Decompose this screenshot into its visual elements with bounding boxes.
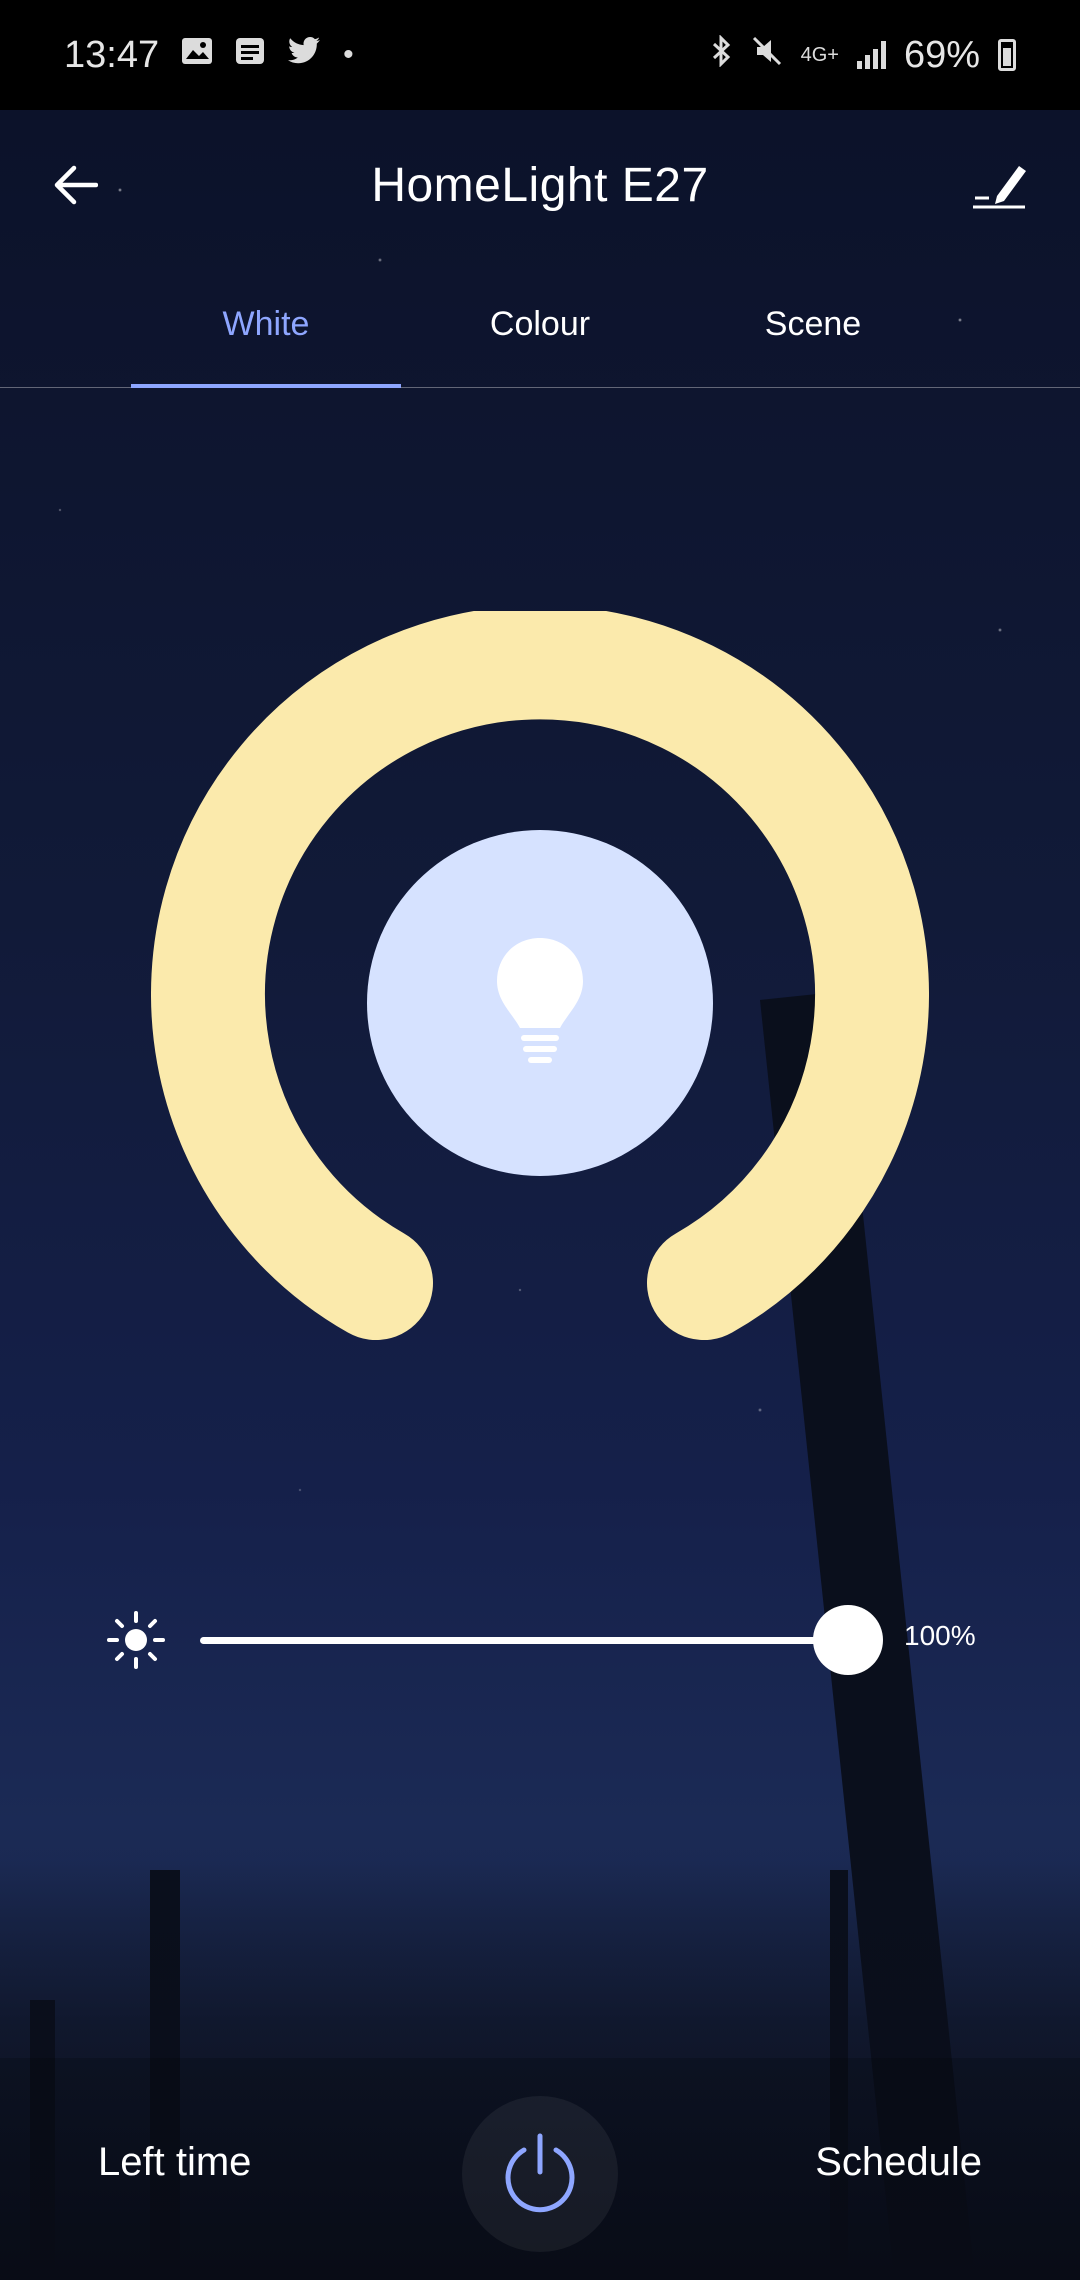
signal-icon: [856, 41, 886, 69]
mute-icon: [751, 35, 783, 75]
schedule-button[interactable]: Schedule: [815, 2140, 982, 2185]
status-bar: 13:47 • 4G+ 69%: [0, 0, 1080, 110]
left-time-button[interactable]: Left time: [98, 2140, 251, 2185]
twitter-icon: [287, 37, 321, 73]
message-icon: [235, 37, 265, 73]
page-title: HomeLight E27: [371, 158, 709, 212]
network-type-label: 4G+: [800, 43, 839, 66]
bulb-toggle[interactable]: [367, 830, 713, 1176]
bottom-bar: Left time Schedule: [0, 2058, 1080, 2280]
tab-white[interactable]: White: [131, 260, 401, 388]
edit-button[interactable]: [960, 150, 1040, 220]
notification-dot-icon: •: [343, 38, 354, 71]
gallery-icon: [181, 37, 213, 73]
active-tab-indicator: [131, 384, 401, 388]
power-icon: [505, 2133, 575, 2213]
battery-percent: 69%: [903, 33, 980, 76]
pencil-edit-icon: [973, 166, 1026, 209]
light-bulb-icon: [497, 938, 583, 1063]
app-header: HomeLight E27: [0, 110, 1080, 260]
power-button[interactable]: [462, 2096, 618, 2252]
brightness-sun-icon: [107, 1611, 165, 1669]
tab-scene[interactable]: Scene: [678, 260, 948, 388]
brightness-value: 100%: [904, 1620, 976, 1651]
tab-colour[interactable]: Colour: [405, 260, 675, 388]
arrow-left-icon: [54, 165, 98, 205]
brightness-control: 100%: [0, 1600, 1080, 1680]
bluetooth-icon: [711, 34, 733, 75]
mode-tabs: White Colour Scene: [0, 260, 1080, 388]
back-button[interactable]: [40, 150, 110, 220]
brightness-slider-thumb[interactable]: [813, 1605, 883, 1675]
brightness-slider-track[interactable]: [200, 1637, 848, 1644]
status-time: 13:47: [64, 33, 160, 76]
battery-icon: [998, 39, 1016, 71]
